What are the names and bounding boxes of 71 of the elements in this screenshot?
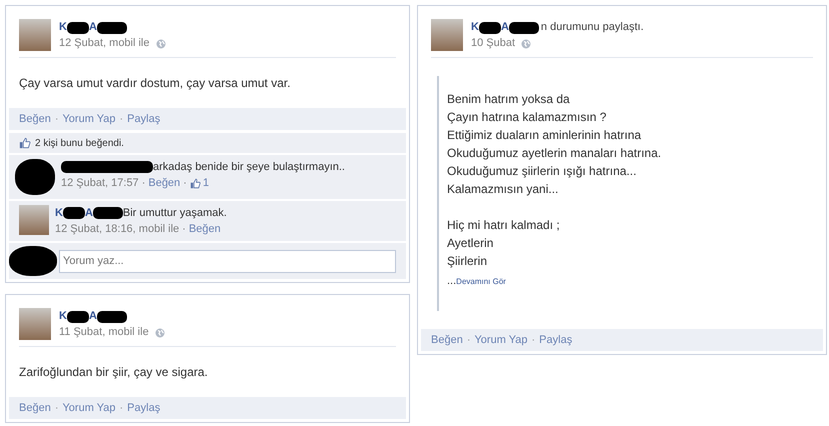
redaction-mark <box>478 22 501 34</box>
poem-line: Hiç mi hatrı kalmadı ; <box>447 217 561 234</box>
separator-dot: · <box>120 400 124 416</box>
post-meta: 12 Şubat, mobil ile <box>59 36 150 51</box>
redaction-mark <box>96 22 127 34</box>
action-link[interactable]: Beğen <box>19 400 51 416</box>
redaction-mark <box>508 22 539 34</box>
action-link[interactable]: Yorum Yap <box>62 400 116 416</box>
see-more-link[interactable]: Devamını Gör <box>456 273 506 291</box>
redaction-mark <box>92 207 123 219</box>
ellipsis: ... <box>447 274 456 289</box>
redaction-mark <box>62 207 85 219</box>
author-name[interactable]: A <box>88 309 97 324</box>
action-link[interactable]: Paylaş <box>127 400 160 416</box>
globe-icon <box>156 38 166 48</box>
poem-line: Ettiğimiz duaların aminlerinin hatrına <box>447 127 642 144</box>
author-name[interactable]: K <box>55 205 63 221</box>
poem-line: Çayın hatrına kalamazmısın ? <box>447 109 608 126</box>
action-link[interactable]: Paylaş <box>539 332 572 348</box>
like-link[interactable]: Beğen <box>188 221 221 237</box>
post-meta: 10 Şubat <box>471 36 516 51</box>
poem-line: Şiirlerin <box>447 253 488 270</box>
poem-line: Kalamazmısın yani... <box>447 181 560 198</box>
author-name[interactable]: A <box>500 20 509 35</box>
likes-text: 2 kişi bunu beğendi. <box>35 136 124 150</box>
redaction-mark <box>66 310 89 322</box>
author-name[interactable]: K <box>59 20 67 35</box>
author-name[interactable]: K <box>471 20 479 35</box>
photo-placeholder <box>19 308 51 340</box>
globe-icon <box>154 328 165 338</box>
author-name[interactable]: A <box>88 20 97 35</box>
thumbs-up-icon <box>190 178 201 188</box>
separator-dot: · <box>182 222 186 237</box>
poem-line: Ayetlerin <box>447 235 494 252</box>
redaction-mark <box>66 22 89 34</box>
action-link[interactable]: Paylaş <box>127 110 160 128</box>
photo-placeholder <box>431 19 463 51</box>
action-link[interactable]: Beğen <box>431 332 463 348</box>
thumbs-up-icon <box>19 137 31 149</box>
redaction-mark <box>9 246 57 276</box>
separator-dot: · <box>532 332 536 348</box>
photo-placeholder <box>19 205 49 235</box>
action-link[interactable]: Beğen <box>19 110 51 128</box>
author-name[interactable]: A <box>84 205 93 221</box>
action-link[interactable]: Yorum Yap <box>62 110 116 128</box>
separator-dot: · <box>54 400 58 416</box>
comment-time: 12 Şubat, 17:57 <box>61 176 139 191</box>
separator-dot: · <box>183 176 187 191</box>
redaction-mark <box>96 310 127 322</box>
comment-input-field[interactable]: Yorum yaz... <box>59 250 396 272</box>
author-name[interactable]: K <box>59 309 67 324</box>
poem-line: Benim hatrım yoksa da <box>447 91 571 108</box>
poem-line: Okuduğumuz ayetlerin manaları hatrına. <box>447 145 662 162</box>
separator-dot: · <box>120 112 124 127</box>
post-text: Çay varsa umut vardır dostum, çay varsa umut var. <box>19 75 292 92</box>
poem-line: Okuduğumuz şiirlerin ışığı hatrına... <box>447 163 638 180</box>
action-link[interactable]: Yorum Yap <box>474 332 528 348</box>
comment-text: Bir umuttur yaşamak. <box>122 206 227 221</box>
separator-dot: · <box>142 176 146 191</box>
photo-placeholder <box>19 19 51 51</box>
separator-dot: · <box>466 332 470 348</box>
like-link[interactable]: Beğen <box>148 175 180 191</box>
post-meta: 11 Şubat, mobil ile <box>59 325 149 340</box>
like-count: 1 <box>202 176 209 191</box>
redaction-mark <box>15 159 55 195</box>
separator-dot: · <box>54 112 58 127</box>
post-text: Zarifoğlundan bir şiir, çay ve sigara. <box>19 364 209 381</box>
shared-note: n durumunu paylaştı. <box>540 20 644 35</box>
globe-icon <box>521 38 532 48</box>
comment-text: arkadaş benide bir şeye bulaştırmayın.. <box>153 160 345 175</box>
comment-time: 12 Şubat, 18:16, mobil ile <box>55 222 180 237</box>
